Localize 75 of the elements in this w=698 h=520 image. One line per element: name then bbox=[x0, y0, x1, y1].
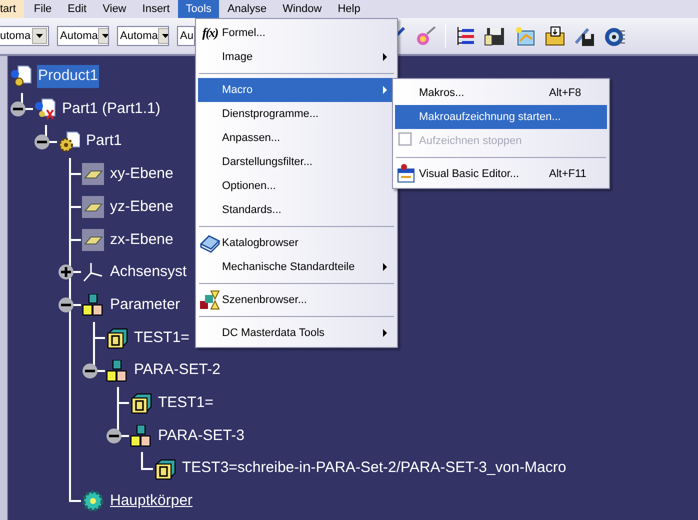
tree-item[interactable]: Product1 bbox=[37, 65, 100, 88]
disk-icon bbox=[574, 25, 596, 47]
tree-item[interactable]: xy-Ebene bbox=[109, 163, 174, 186]
plane-icon bbox=[82, 163, 104, 186]
menu-item[interactable]: Szenenbrowser... bbox=[198, 288, 395, 312]
menu-item[interactable]: f(x) Formel... bbox=[198, 21, 395, 45]
collapse-icon[interactable] bbox=[10, 101, 26, 118]
block-icon bbox=[154, 458, 176, 480]
plane-icon bbox=[82, 196, 104, 218]
folder-icon bbox=[544, 25, 566, 47]
gear-icon bbox=[82, 490, 104, 512]
menu-item[interactable]: Makroaufzeichnung starten... bbox=[395, 105, 607, 129]
collapse-icon[interactable] bbox=[58, 297, 74, 314]
collapse-icon[interactable] bbox=[34, 134, 50, 150]
menu-item[interactable]: Macro bbox=[198, 78, 395, 102]
menu-item[interactable]: tart bbox=[0, 0, 24, 18]
block-icon bbox=[130, 392, 152, 414]
menu-item[interactable]: Visual Basic Editor... Alt+F11 bbox=[395, 162, 607, 186]
tree-item[interactable]: yz-Ebene bbox=[109, 196, 174, 218]
shortcut-text: Alt+F8 bbox=[549, 86, 582, 101]
tree-item[interactable]: Part1 bbox=[85, 130, 123, 153]
book-icon bbox=[199, 232, 221, 254]
menu-item[interactable]: Dienstprogramme... bbox=[198, 102, 395, 126]
menu-item[interactable]: Help bbox=[330, 0, 368, 18]
blocks-icon bbox=[82, 294, 104, 316]
tree-item[interactable]: PARA-SET-3 bbox=[157, 424, 246, 448]
tree-item[interactable]: Achsensyst bbox=[109, 261, 188, 284]
menu-item[interactable]: Makros... Alt+F8 bbox=[395, 81, 607, 105]
menu-item[interactable]: Mechanische Standardteile bbox=[198, 255, 395, 279]
menu-item[interactable]: Standards... bbox=[198, 198, 395, 222]
tree-item[interactable]: TEST3=schreibe-in-PARA-Set-2/PARA-SET-3_von-Macro bbox=[181, 457, 568, 480]
menu-item[interactable]: Insert bbox=[134, 0, 178, 18]
menu-item[interactable]: Optionen... bbox=[198, 174, 395, 198]
menu-item[interactable]: DC Masterdata Tools bbox=[198, 321, 395, 345]
menu-item[interactable]: File bbox=[26, 0, 60, 18]
gear-icon bbox=[58, 130, 80, 153]
tree-item[interactable]: TEST1= bbox=[157, 392, 214, 414]
dropdown-field[interactable]: Automa bbox=[57, 26, 109, 46]
blocks-icon bbox=[106, 360, 128, 382]
menu-item[interactable]: Darstellungsfilter... bbox=[198, 150, 395, 174]
menu-item[interactable]: View bbox=[94, 0, 134, 18]
tree-item[interactable]: PARA-SET-2 bbox=[133, 359, 222, 382]
blocks-icon bbox=[130, 424, 152, 447]
globe-icon bbox=[604, 25, 626, 47]
function-icon: f(x) bbox=[202, 23, 218, 43]
menu-item[interactable]: Edit bbox=[60, 0, 95, 18]
axis-icon bbox=[82, 261, 104, 284]
caret-icon bbox=[36, 34, 43, 38]
menu-item[interactable]: Katalogbrowser bbox=[198, 231, 395, 255]
caret-icon bbox=[162, 34, 168, 38]
collapse-icon[interactable] bbox=[106, 428, 122, 444]
tree-item[interactable]: Part1 (Part1.1) bbox=[61, 98, 162, 120]
menu-item[interactable]: Image bbox=[198, 45, 395, 69]
menu-item[interactable]: Analyse bbox=[219, 0, 275, 18]
part-icon bbox=[34, 98, 56, 120]
menu-item[interactable]: Anpassen... bbox=[198, 126, 395, 150]
image-import-icon bbox=[514, 25, 536, 47]
expand-icon[interactable] bbox=[58, 264, 74, 280]
menu-item[interactable]: Tools bbox=[178, 0, 220, 18]
dropdown-field[interactable]: Automa bbox=[117, 26, 169, 46]
block-icon bbox=[106, 326, 128, 349]
dropdown-field[interactable]: utoma bbox=[0, 26, 49, 46]
plane-icon bbox=[82, 228, 104, 251]
tree-item[interactable]: TEST1= bbox=[133, 326, 190, 350]
shortcut-text: Alt+F11 bbox=[549, 166, 588, 182]
caret-icon bbox=[102, 34, 108, 38]
product-icon bbox=[10, 65, 32, 88]
wand-icon bbox=[415, 25, 437, 47]
tree-item[interactable]: zx-Ebene bbox=[109, 228, 174, 252]
tree-item[interactable]: Parameter bbox=[109, 294, 182, 316]
collapse-icon[interactable] bbox=[82, 362, 98, 379]
tree-item[interactable]: Hauptkörper bbox=[109, 490, 194, 513]
dropdown-field[interactable]: Au bbox=[177, 26, 195, 46]
menu-item[interactable]: Window bbox=[274, 0, 330, 18]
scene-icon bbox=[199, 289, 221, 311]
